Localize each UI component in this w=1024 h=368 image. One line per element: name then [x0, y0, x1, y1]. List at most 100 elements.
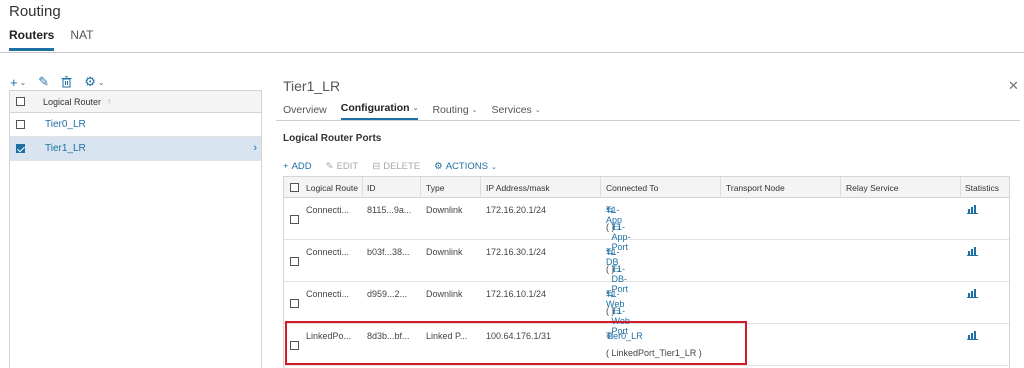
page-title: Routing — [9, 3, 61, 20]
port-ip: 172.16.10.1/24 — [486, 289, 547, 299]
ports-toolbar: + ADD ✎ EDIT ⊟ DELETE ⚙ ACTIONS ⌄ — [283, 161, 497, 172]
detail-title: Tier1_LR — [283, 78, 341, 94]
left-toolbar: + ⌄ ✎ ⚙ ⌄ — [10, 74, 105, 90]
header-divider — [0, 52, 1024, 53]
trash-icon: ⊟ — [372, 161, 381, 172]
pencil-icon: ✎ — [325, 161, 334, 172]
tabs-divider — [276, 120, 1020, 121]
highlight-annotation-box — [285, 321, 747, 365]
tab-services[interactable]: Services ⌄ — [492, 102, 541, 121]
column-header-statistics[interactable]: Statistics — [965, 183, 999, 193]
port-id: d959...2... — [367, 289, 408, 299]
delete-router-button[interactable] — [61, 76, 72, 88]
connected-port: ( ▭ T1-App-Port ) — [606, 222, 631, 252]
tab-overview[interactable]: Overview — [283, 102, 327, 121]
section-title: Logical Router Ports — [283, 133, 382, 144]
connected-port: ( ▭ T1-Web-Port ) — [606, 306, 633, 336]
trash-icon — [61, 76, 72, 88]
table-row[interactable]: Connecti... d959...2... Downlink 172.16.… — [284, 282, 1009, 336]
column-divider — [480, 177, 481, 198]
edit-label: EDIT — [336, 161, 359, 172]
statistics-icon[interactable] — [967, 246, 978, 258]
port-name: Connecti... — [306, 289, 350, 299]
pencil-icon: ✎ — [38, 74, 50, 89]
column-divider — [840, 177, 841, 198]
tab-label: Overview — [283, 103, 327, 116]
tab-configuration[interactable]: Configuration ⌄ — [340, 102, 419, 121]
add-port-button[interactable]: + ADD — [283, 161, 312, 172]
statistics-icon[interactable] — [967, 288, 978, 300]
plus-icon: + — [10, 74, 18, 90]
column-header-logical-router[interactable]: Logical Route — [306, 183, 358, 193]
row-checkbox[interactable] — [290, 215, 299, 224]
edit-port-button[interactable]: ✎ EDIT — [326, 161, 359, 172]
column-header-ip[interactable]: IP Address/mask — [486, 183, 550, 193]
tab-routers[interactable]: Routers — [9, 28, 55, 51]
logical-router-list: Logical Router ↑ Tier0_LR Tier1_LR › — [9, 90, 262, 368]
tab-label: Configuration — [340, 102, 410, 114]
chevron-down-icon: ⌄ — [97, 77, 105, 87]
column-divider — [420, 177, 421, 198]
row-checkbox[interactable] — [290, 299, 299, 308]
router-row-tier0[interactable]: Tier0_LR — [10, 113, 261, 137]
column-header-transport-node[interactable]: Transport Node — [726, 183, 785, 193]
connected-port: ( ▭ T1-DB-Port ) — [606, 264, 629, 294]
settings-button[interactable]: ⚙ ⌄ — [84, 74, 104, 90]
add-router-button[interactable]: + ⌄ — [10, 75, 26, 90]
port-ip: 172.16.30.1/24 — [486, 247, 547, 257]
column-header-connected-to[interactable]: Connected To — [606, 183, 658, 193]
table-header: Logical Route ID Type IP Address/mask Co… — [284, 177, 1009, 198]
port-ip: 172.16.20.1/24 — [486, 205, 547, 215]
port-type: Downlink — [426, 205, 463, 215]
chevron-down-icon: ⌄ — [471, 106, 478, 114]
table-row[interactable]: Connecti... b03f...38... Downlink 172.16… — [284, 240, 1009, 294]
chevron-right-icon[interactable]: › — [253, 142, 257, 154]
column-header-type[interactable]: Type — [426, 183, 444, 193]
statistics-icon[interactable] — [967, 204, 978, 216]
column-divider — [720, 177, 721, 198]
tab-label: Routing — [432, 103, 469, 116]
port-id: 8115...9a... — [367, 205, 412, 215]
router-name[interactable]: Tier0_LR — [45, 119, 86, 130]
chevron-down-icon: ⌄ — [490, 163, 497, 171]
chevron-down-icon: ⌄ — [534, 106, 541, 114]
column-divider — [960, 177, 961, 198]
gear-icon: ⚙ — [434, 161, 443, 172]
delete-label: DELETE — [383, 161, 421, 172]
plus-icon: + — [283, 161, 289, 172]
row-checkbox[interactable] — [290, 257, 299, 266]
column-header-logical-router[interactable]: Logical Router — [43, 97, 101, 107]
add-label: ADD — [291, 161, 312, 172]
port-name: Connecti... — [306, 205, 350, 215]
detail-tabs: Overview Configuration ⌄ Routing ⌄ Service… — [283, 102, 541, 121]
port-type: Downlink — [426, 247, 463, 257]
chevron-down-icon: ⌄ — [412, 105, 419, 112]
column-header-relay-service[interactable]: Relay Service — [846, 183, 898, 193]
gear-icon: ⚙ — [84, 74, 96, 89]
actions-button[interactable]: ⚙ ACTIONS ⌄ — [434, 161, 497, 172]
tab-nat[interactable]: NAT — [70, 28, 93, 51]
port-id: b03f...38... — [367, 247, 410, 257]
table-row[interactable]: Connecti... 8115...9a... Downlink 172.16… — [284, 198, 1009, 252]
port-name: Connecti... — [306, 247, 350, 257]
row-checkbox[interactable] — [16, 120, 25, 129]
column-divider — [362, 177, 363, 198]
tab-label: Services — [491, 103, 532, 116]
column-header-id[interactable]: ID — [367, 183, 376, 193]
statistics-icon[interactable] — [967, 330, 978, 342]
select-all-checkbox[interactable] — [290, 183, 299, 192]
select-all-checkbox[interactable] — [16, 97, 25, 106]
delete-port-button[interactable]: ⊟ DELETE — [372, 161, 420, 172]
top-tabs: Routers NAT — [9, 28, 93, 51]
port-type: Downlink — [426, 289, 463, 299]
tab-routing[interactable]: Routing ⌄ — [432, 102, 477, 121]
close-icon[interactable]: ✕ — [1008, 78, 1019, 94]
chevron-down-icon: ⌄ — [19, 77, 27, 87]
router-name[interactable]: Tier1_LR — [45, 143, 86, 154]
column-divider — [600, 177, 601, 198]
row-checkbox-checked[interactable] — [16, 144, 25, 153]
actions-label: ACTIONS — [445, 161, 488, 172]
router-row-tier1[interactable]: Tier1_LR › — [10, 137, 261, 161]
sort-up-icon[interactable]: ↑ — [107, 97, 111, 106]
edit-router-button[interactable]: ✎ — [38, 74, 49, 90]
